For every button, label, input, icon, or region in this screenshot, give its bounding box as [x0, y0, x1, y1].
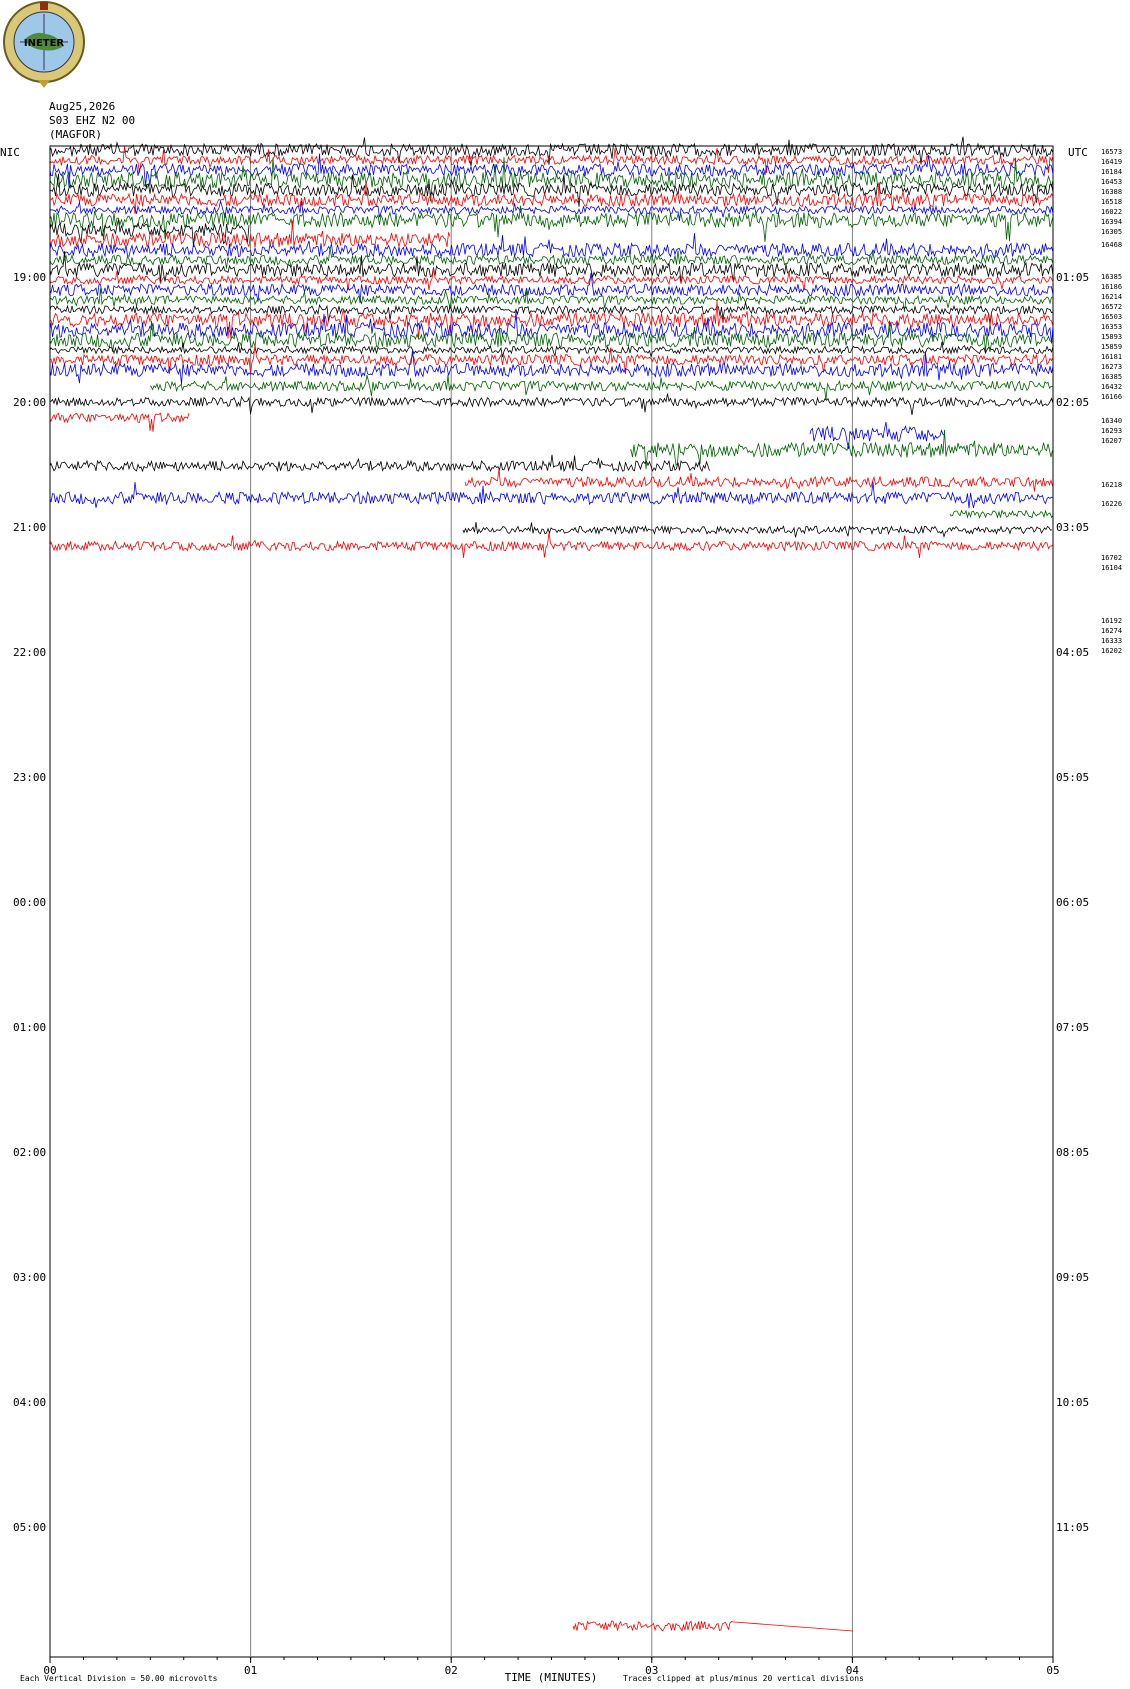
row-count-label: 16305 — [1101, 228, 1122, 236]
seismic-trace — [462, 521, 1053, 539]
x-axis-label: TIME (MINUTES) — [505, 1671, 598, 1684]
row-count-label: 16192 — [1101, 617, 1122, 625]
left-hour-label: 01:00 — [13, 1021, 46, 1034]
row-count-label: 16207 — [1101, 437, 1122, 445]
right-hour-label: 10:05 — [1056, 1396, 1089, 1409]
row-count-label: 16419 — [1101, 158, 1122, 166]
left-hour-label: 03:00 — [13, 1271, 46, 1284]
left-hour-label: 22:00 — [13, 646, 46, 659]
row-count-label: 16432 — [1101, 383, 1122, 391]
right-hour-label: 02:05 — [1056, 396, 1089, 409]
row-count-label: 16518 — [1101, 198, 1122, 206]
row-count-label: 16184 — [1101, 168, 1122, 176]
row-count-label: 16214 — [1101, 293, 1122, 301]
seismic-trace — [464, 468, 1053, 492]
seismic-trace — [49, 136, 1054, 167]
left-hour-label: 05:00 — [13, 1521, 46, 1534]
row-count-label: 16181 — [1101, 353, 1122, 361]
seismic-trace — [49, 393, 1054, 416]
left-hour-label: 00:00 — [13, 896, 46, 909]
left-hour-label: 04:00 — [13, 1396, 46, 1409]
row-count-label: 15859 — [1101, 343, 1122, 351]
row-count-label: 16273 — [1101, 363, 1122, 371]
row-count-label: 16333 — [1101, 637, 1122, 645]
seismic-trace — [49, 532, 1054, 559]
row-count-label: 16340 — [1101, 417, 1122, 425]
seismic-trace — [49, 251, 1054, 284]
row-count-label: 16702 — [1101, 554, 1122, 562]
row-count-label: 16394 — [1101, 218, 1122, 226]
right-hour-label: 05:05 — [1056, 771, 1089, 784]
row-count-label: 16022 — [1101, 208, 1122, 216]
left-hour-label: 02:00 — [13, 1146, 46, 1159]
right-hour-label: 01:05 — [1056, 271, 1089, 284]
row-count-label: 16503 — [1101, 313, 1122, 321]
row-count-label: 16293 — [1101, 427, 1122, 435]
right-hour-label: 03:05 — [1056, 521, 1089, 534]
seismic-trace — [149, 374, 1053, 400]
seismic-trace — [949, 509, 1054, 519]
row-count-label: 16573 — [1101, 148, 1122, 156]
row-count-label: 16218 — [1101, 481, 1122, 489]
row-count-label: 16104 — [1101, 564, 1122, 572]
row-count-label: 15893 — [1101, 333, 1122, 341]
right-hour-label: 09:05 — [1056, 1271, 1089, 1284]
x-tick-label: 01 — [244, 1664, 257, 1677]
seismic-trace — [629, 429, 1053, 470]
footer-clip-note: Traces clipped at plus/minus 20 vertical… — [623, 1674, 864, 1683]
seismic-trace — [49, 454, 710, 473]
row-count-label: 16353 — [1101, 323, 1122, 331]
row-count-label: 16388 — [1101, 188, 1122, 196]
left-hour-label: 21:00 — [13, 521, 46, 534]
row-count-label: 16166 — [1101, 393, 1122, 401]
left-hour-label: 19:00 — [13, 271, 46, 284]
row-count-label: 16202 — [1101, 647, 1122, 655]
right-hour-label: 08:05 — [1056, 1146, 1089, 1159]
footer-scale-note: Each Vertical Division = 50.00 microvolt… — [20, 1674, 218, 1683]
row-count-label: 16453 — [1101, 178, 1122, 186]
right-hour-label: 11:05 — [1056, 1521, 1089, 1534]
right-hour-label: 07:05 — [1056, 1021, 1089, 1034]
row-count-label: 16186 — [1101, 283, 1122, 291]
helicorder-chart: 00 01 02 03 04 05TIME (MINUTES)Each Vertical … — [13, 136, 1122, 1684]
left-hour-label: 20:00 — [13, 396, 46, 409]
row-count-label: 16226 — [1101, 500, 1122, 508]
right-hour-label: 04:05 — [1056, 646, 1089, 659]
right-hour-label: 06:05 — [1056, 896, 1089, 909]
row-count-label: 16385 — [1101, 273, 1122, 281]
row-count-label: 16468 — [1101, 241, 1122, 249]
row-count-label: 16572 — [1101, 303, 1122, 311]
seismic-trace — [49, 412, 190, 432]
left-hour-label: 23:00 — [13, 771, 46, 784]
x-tick-label: 05 — [1046, 1664, 1059, 1677]
row-count-label: 16385 — [1101, 373, 1122, 381]
seismic-trace — [572, 1620, 854, 1632]
seismic-trace — [49, 220, 451, 248]
seismic-trace — [49, 481, 1054, 509]
x-tick-label: 02 — [445, 1664, 458, 1677]
row-count-label: 16274 — [1101, 627, 1122, 635]
